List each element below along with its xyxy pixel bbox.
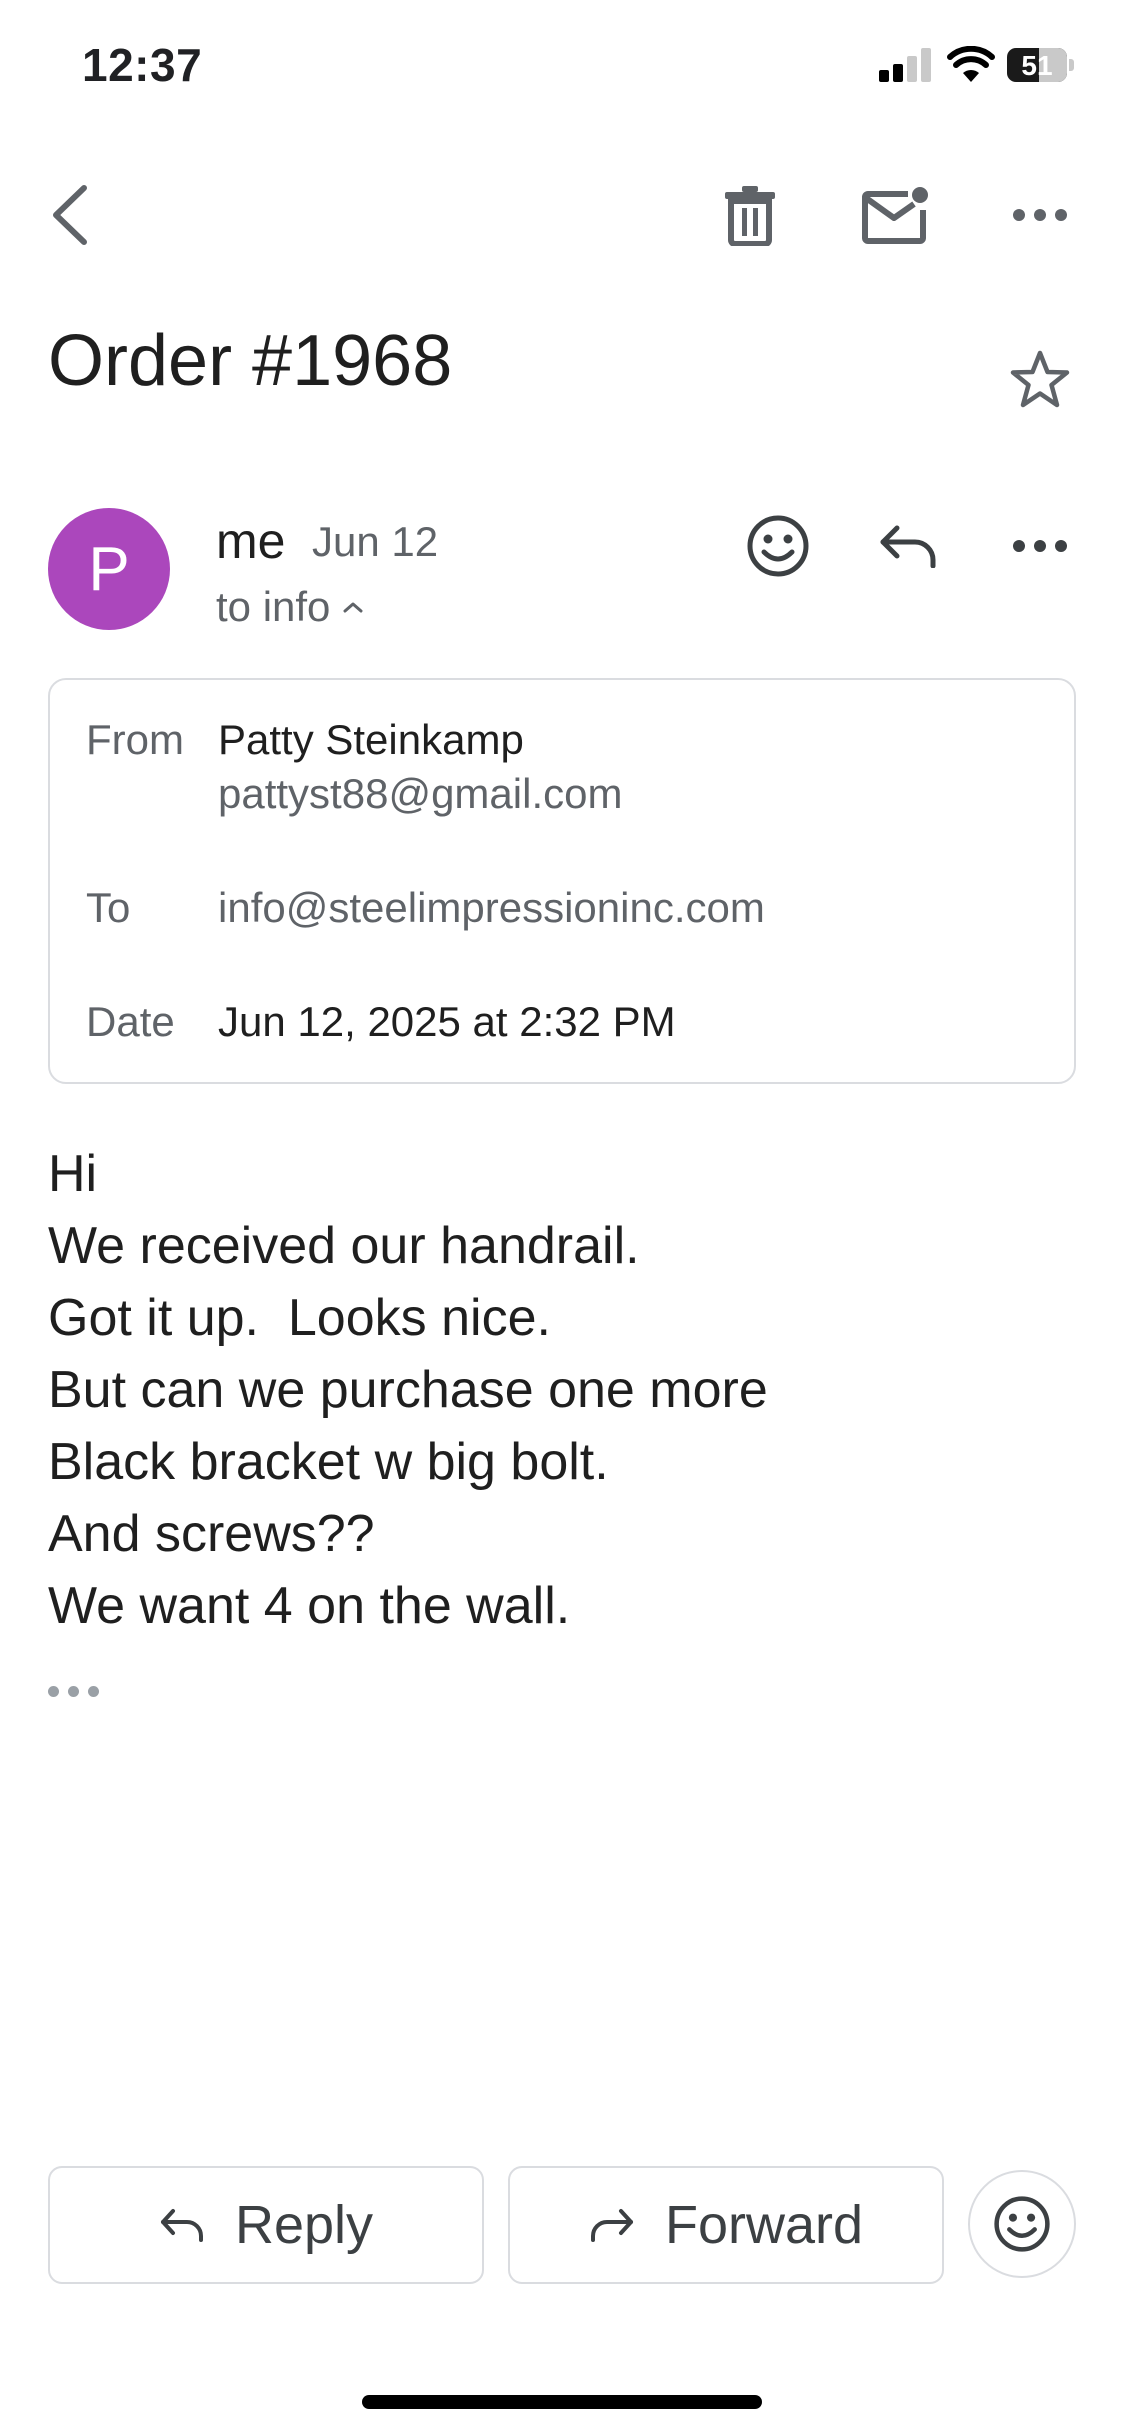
show-trimmed-content-button[interactable] — [48, 1678, 108, 1704]
body-line: Got it up. Looks nice. — [48, 1289, 551, 1347]
body-line: But can we purchase one more — [48, 1361, 768, 1419]
forward-icon — [590, 2209, 633, 2242]
wifi-icon — [947, 46, 995, 82]
message-date: Jun 12 — [312, 518, 439, 565]
star-button[interactable] — [1000, 340, 1080, 420]
mail-unread-icon — [862, 187, 928, 244]
from-name: Patty Steinkamp — [218, 716, 524, 763]
more-horizontal-icon — [1013, 209, 1067, 221]
chevron-up-icon — [343, 602, 363, 613]
home-indicator[interactable] — [362, 2395, 762, 2409]
message-details-card: From Patty Steinkamp pattyst88@gmail.com… — [48, 678, 1076, 1084]
trash-icon — [725, 186, 775, 246]
reply-button[interactable]: Reply — [48, 2166, 484, 2284]
more-options-button[interactable] — [1000, 175, 1080, 255]
recipient-summary[interactable]: to info — [216, 583, 364, 631]
chevron-left-icon — [53, 185, 87, 245]
mark-unread-button[interactable] — [852, 175, 940, 255]
back-button[interactable] — [30, 170, 110, 260]
date-value: Jun 12, 2025 at 2:32 PM — [218, 998, 676, 1045]
reply-icon — [160, 2209, 203, 2242]
forward-button[interactable]: Forward — [508, 2166, 944, 2284]
sender-name: me — [216, 513, 286, 569]
forward-label: Forward — [664, 2195, 864, 2255]
to-email[interactable]: info@steelimpressioninc.com — [218, 884, 765, 932]
add-reaction-button[interactable] — [738, 506, 818, 586]
body-line: We want 4 on the wall. — [48, 1577, 571, 1635]
body-line: And screws?? — [48, 1505, 375, 1563]
reply-icon — [880, 525, 936, 568]
star-icon — [1010, 350, 1070, 408]
battery-icon: 51 — [1007, 48, 1074, 82]
battery-level: 51 — [1021, 50, 1053, 81]
date-label: Date — [86, 998, 175, 1045]
avatar[interactable]: P — [48, 508, 170, 630]
message-more-button[interactable] — [1000, 506, 1080, 586]
react-button[interactable] — [968, 2170, 1076, 2278]
more-horizontal-icon — [1013, 540, 1067, 552]
recipient-summary-text: to info — [216, 583, 331, 630]
emoji-icon — [994, 2196, 1050, 2252]
from-email[interactable]: pattyst88@gmail.com — [218, 770, 622, 818]
emoji-icon — [747, 515, 809, 577]
body-line: Hi — [48, 1145, 98, 1203]
reply-icon-button[interactable] — [868, 506, 948, 586]
email-subject: Order #1968 — [48, 321, 453, 401]
reply-label: Reply — [234, 2195, 374, 2255]
cellular-signal-icon — [879, 48, 933, 82]
status-time: 12:37 — [82, 39, 203, 91]
from-label: From — [86, 716, 184, 763]
body-line: Black bracket w big bolt. — [48, 1433, 609, 1491]
delete-button[interactable] — [710, 175, 790, 255]
message-body: Hi We received our handrail. Got it up. … — [48, 1138, 768, 1642]
to-label: To — [86, 884, 131, 931]
body-line: We received our handrail. — [48, 1217, 640, 1275]
